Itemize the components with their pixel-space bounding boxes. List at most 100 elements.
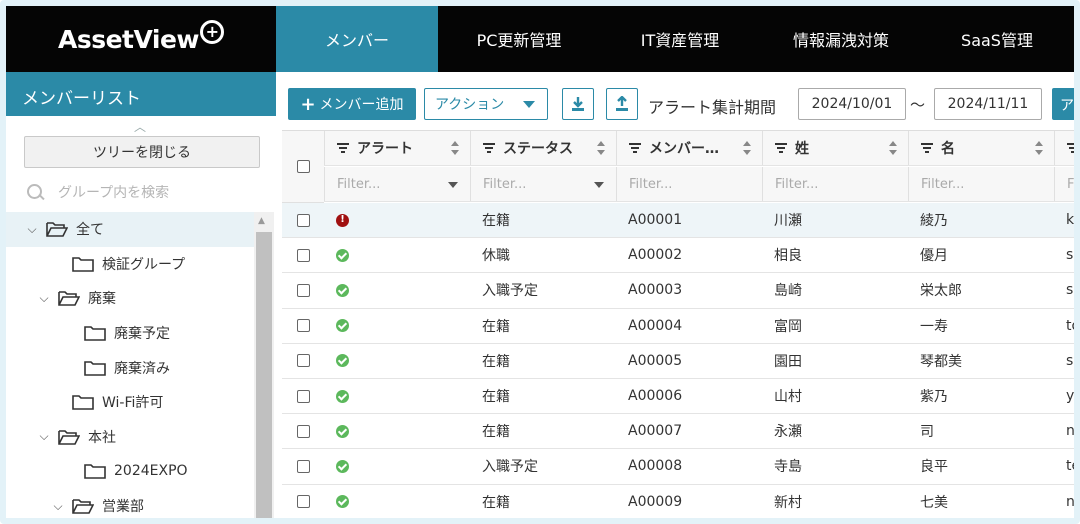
row-checkbox[interactable] [296, 248, 310, 262]
cell-last-name: 永瀬 [774, 424, 802, 441]
tree-item-all[interactable]: ⌵ 全て [6, 212, 254, 247]
filter-placeholder: Filter... [921, 176, 965, 192]
tab-leak-prevention[interactable]: 情報漏洩対策 [760, 6, 922, 72]
action-label: アクション [435, 97, 505, 113]
tab-member[interactable]: メンバー [276, 6, 438, 72]
tree-item-wifi-allowed[interactable]: Wi-Fi許可 [6, 385, 254, 420]
table-row[interactable]: 休職 A00002 相良 優月 sa [282, 238, 1074, 274]
tab-saas[interactable]: SaaS管理 [922, 6, 1072, 72]
expanded-caret-icon[interactable]: ⌵ [36, 291, 52, 306]
column-header-status[interactable]: ステータス [470, 131, 616, 166]
tree-scrollbar-thumb[interactable] [256, 232, 272, 518]
table-row[interactable]: 在籍 A00009 新村 七美 ni [282, 485, 1074, 518]
row-checkbox[interactable] [296, 389, 310, 403]
cell-alert [324, 273, 470, 307]
app-logo[interactable]: AssetView + [6, 6, 276, 72]
cell-member-id: A00007 [628, 423, 683, 440]
row-checkbox[interactable] [296, 319, 310, 333]
cell-last-name: 新村 [774, 494, 802, 511]
table-row[interactable]: 入職予定 A00003 島崎 栄太郎 sh [282, 273, 1074, 309]
group-search-input[interactable] [58, 185, 248, 201]
row-checkbox[interactable] [296, 283, 310, 297]
expanded-caret-icon[interactable]: ⌵ [50, 499, 66, 514]
table-row[interactable]: 在籍 A00005 園田 琴都美 so [282, 344, 1074, 379]
tree-item-disposed[interactable]: 廃棄済み [6, 350, 254, 385]
action-dropdown[interactable]: アクション [424, 88, 548, 120]
table-row[interactable]: ! 在籍 A00001 川瀬 綾乃 ka [282, 203, 1074, 239]
row-checkbox[interactable] [296, 459, 310, 473]
expanded-caret-icon[interactable]: ⌵ [24, 222, 40, 237]
column-header-partial[interactable] [1054, 131, 1074, 166]
tree-item-2024expo[interactable]: 2024EXPO [6, 454, 254, 489]
filter-last-name[interactable]: Filter... [762, 167, 908, 202]
cell-first-name: 琴都美 [920, 353, 962, 370]
tree-item-sales[interactable]: ⌵ 営業部 [6, 489, 254, 518]
scroll-up-arrow-icon[interactable]: ▲ [258, 216, 265, 226]
filter-lines-icon [775, 143, 787, 154]
cell-first-name: 栄太郎 [920, 283, 962, 300]
table-row[interactable]: 在籍 A00004 富岡 一寿 to [282, 309, 1074, 344]
cell-status: 在籍 [482, 213, 510, 230]
select-all-checkbox[interactable] [296, 160, 310, 173]
filter-status[interactable]: Filter... [470, 167, 616, 202]
tree-item-label: 廃棄済み [114, 360, 170, 377]
cell-alert [324, 309, 470, 343]
cell-status: 入職予定 [482, 459, 538, 476]
cell-last-name: 寺島 [774, 459, 802, 476]
cell-status: 在籍 [482, 353, 510, 370]
cell-partial: ni [1066, 493, 1074, 510]
date-to-input[interactable]: 2024/11/11 [934, 88, 1042, 120]
row-checkbox[interactable] [296, 213, 310, 227]
cell-member-id: A00006 [628, 388, 683, 405]
row-select-cell [282, 344, 324, 378]
tree-item-disposal[interactable]: ⌵ 廃棄 [6, 281, 254, 316]
tree-item-headquarters[interactable]: ⌵ 本社 [6, 420, 254, 455]
column-header-last-name[interactable]: 姓 [762, 131, 908, 166]
row-select-cell [282, 309, 324, 343]
date-range-separator: ～ [910, 96, 926, 114]
row-checkbox[interactable] [296, 495, 310, 509]
table-row[interactable]: 入職予定 A00008 寺島 良平 te [282, 449, 1074, 485]
date-from-input[interactable]: 2024/10/01 [798, 88, 906, 120]
column-label: 姓 [795, 141, 809, 158]
cell-partial: na [1066, 423, 1074, 440]
folder-icon [72, 256, 94, 272]
download-button[interactable] [562, 88, 594, 120]
row-checkbox[interactable] [296, 354, 310, 368]
table-row[interactable]: 在籍 A00007 永瀬 司 na [282, 414, 1074, 450]
dropdown-arrow-icon[interactable] [594, 182, 604, 188]
column-header-member-id[interactable]: メンバー… [616, 131, 762, 166]
tree-item-verification[interactable]: 検証グループ [6, 247, 254, 282]
tab-it-assets[interactable]: IT資産管理 [600, 6, 760, 72]
tree-item-disposal-planned[interactable]: 廃棄予定 [6, 316, 254, 351]
filter-alert[interactable]: Filter... [324, 167, 470, 202]
tab-pc-update[interactable]: PC更新管理 [438, 6, 600, 72]
cell-first-name: 一寿 [920, 318, 948, 335]
close-tree-button[interactable]: ツリーを閉じる [24, 136, 260, 168]
sort-icon[interactable] [450, 141, 460, 155]
filter-first-name[interactable]: Filter... [908, 167, 1054, 202]
sort-icon[interactable] [1034, 141, 1044, 155]
filter-partial[interactable]: Filter... [1054, 167, 1074, 202]
action-button-cut[interactable]: アク [1052, 88, 1074, 120]
column-header-alert[interactable]: アラート [324, 131, 470, 166]
cell-last-name: 川瀬 [774, 213, 802, 230]
upload-icon [616, 96, 628, 111]
cell-member-id: A00005 [628, 352, 683, 369]
dropdown-arrow-icon[interactable] [448, 182, 458, 188]
sort-icon[interactable] [596, 141, 606, 155]
column-header-first-name[interactable]: 名 [908, 131, 1054, 166]
sort-icon[interactable] [888, 141, 898, 155]
upload-button[interactable] [606, 88, 638, 120]
tree-item-label: 2024EXPO [114, 463, 188, 480]
cell-status: 在籍 [482, 424, 510, 441]
add-member-button[interactable]: + メンバー追加 [288, 88, 416, 120]
row-checkbox[interactable] [296, 424, 310, 438]
collapse-chevron-icon[interactable]: ︿ [134, 118, 146, 135]
cell-member-id: A00009 [628, 493, 683, 510]
filter-member-id[interactable]: Filter... [616, 167, 762, 202]
sort-icon[interactable] [742, 141, 752, 155]
cell-member-id: A00002 [628, 247, 683, 264]
table-row[interactable]: 在籍 A00006 山村 紫乃 ya [282, 379, 1074, 415]
expanded-caret-icon[interactable]: ⌵ [36, 429, 52, 444]
